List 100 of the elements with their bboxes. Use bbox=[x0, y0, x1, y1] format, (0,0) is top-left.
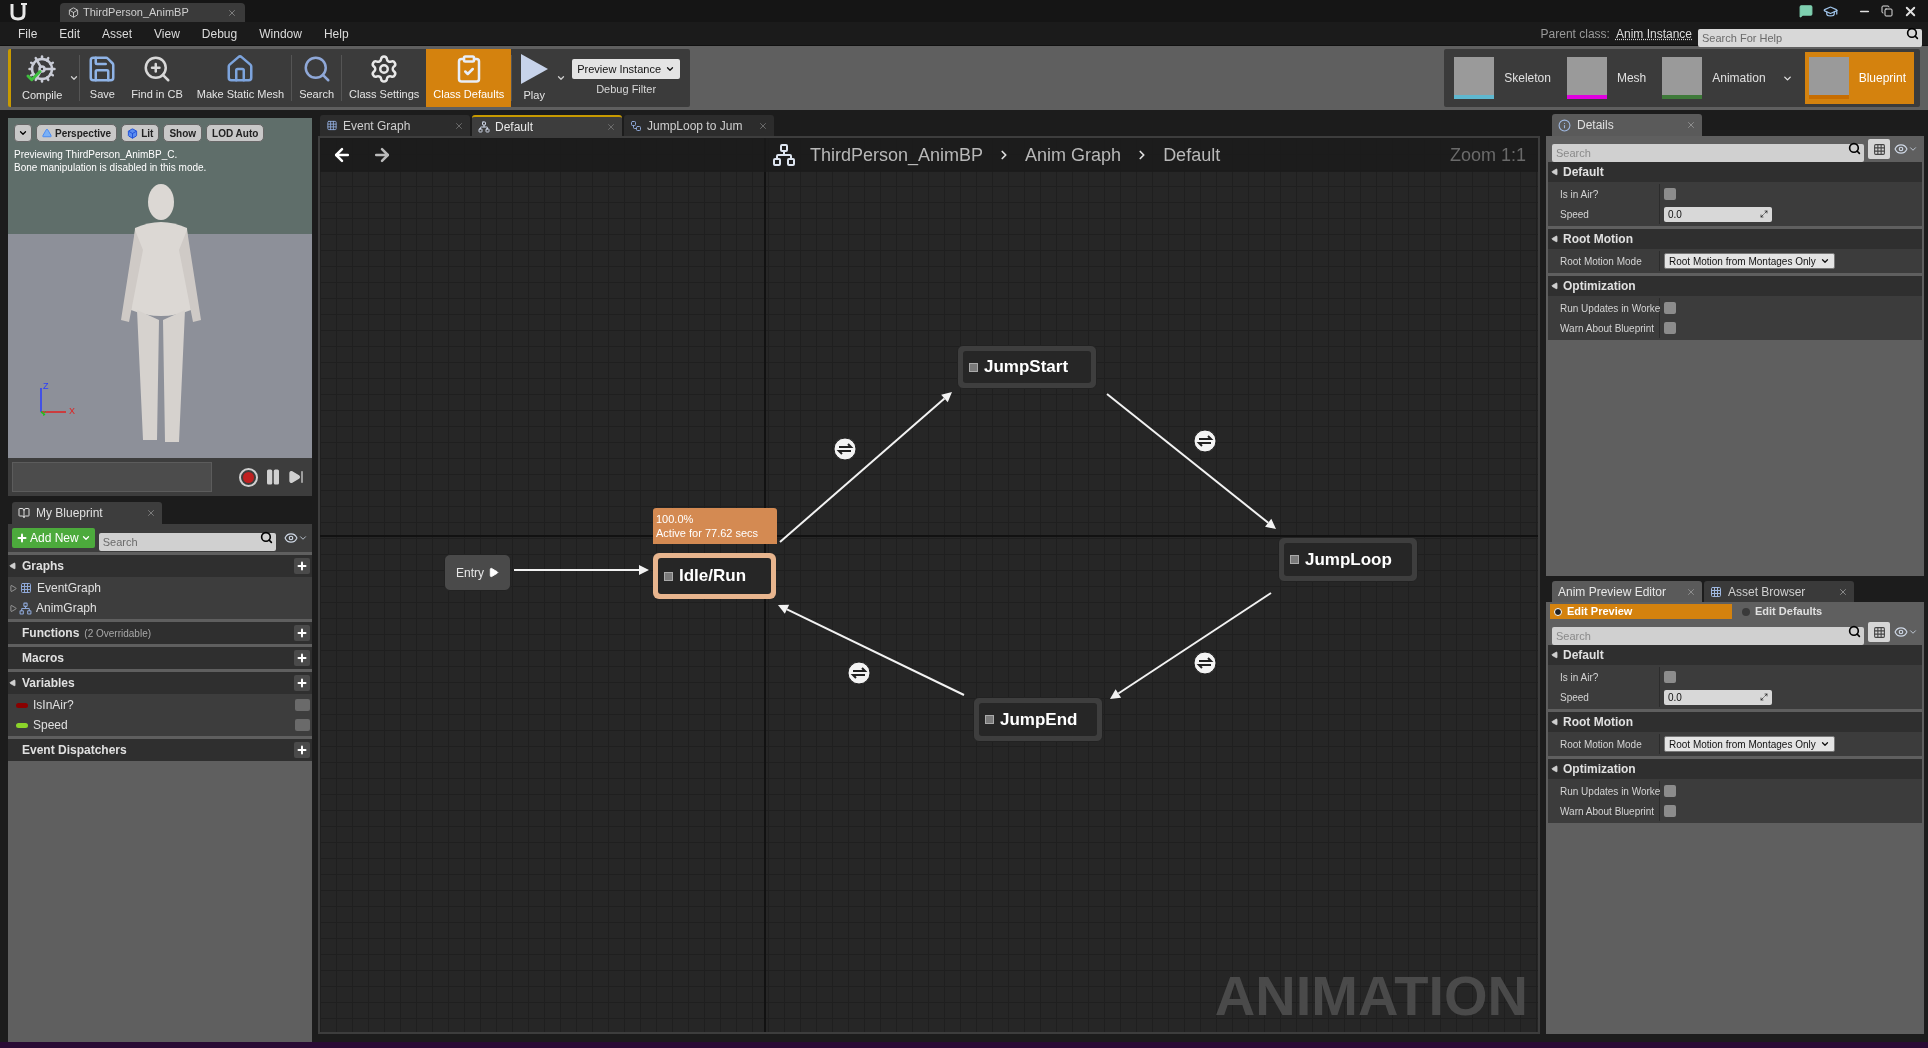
caret-icon[interactable] bbox=[69, 73, 80, 83]
section-header[interactable]: Default bbox=[1548, 162, 1922, 182]
section-header[interactable]: Graphs bbox=[8, 555, 312, 577]
visibility-toggle-icon[interactable] bbox=[295, 719, 310, 731]
menu-item[interactable]: Help bbox=[323, 24, 349, 43]
menu-item[interactable]: View bbox=[154, 24, 180, 43]
transition-icon[interactable] bbox=[1193, 651, 1217, 675]
breadcrumb-item[interactable]: ThirdPerson_AnimBP bbox=[810, 141, 984, 169]
transition-arrow[interactable] bbox=[779, 392, 952, 543]
state-node[interactable]: JumpEnd bbox=[973, 697, 1103, 742]
toolbar-button[interactable]: Class Settings bbox=[342, 49, 427, 107]
graph-tab[interactable]: Event Graph bbox=[320, 115, 470, 136]
mode-button[interactable]: Mesh bbox=[1562, 52, 1655, 104]
state-node[interactable]: Idle/Run bbox=[653, 553, 776, 599]
checkbox[interactable] bbox=[1664, 188, 1676, 200]
section-header[interactable]: Event Dispatchers bbox=[8, 739, 312, 761]
panel-tab[interactable]: Anim Preview Editor bbox=[1552, 581, 1702, 602]
section-header[interactable]: Root Motion bbox=[1548, 712, 1922, 732]
panel-tab[interactable]: Asset Browser bbox=[1704, 581, 1854, 602]
toolbar-button[interactable]: Make Static Mesh bbox=[189, 49, 292, 107]
menu-item[interactable]: Edit bbox=[59, 24, 81, 43]
pause-icon[interactable] bbox=[264, 468, 282, 486]
document-tab[interactable]: ThirdPerson_AnimBP bbox=[60, 3, 245, 22]
checkbox[interactable] bbox=[1664, 805, 1676, 817]
view-options-button[interactable] bbox=[1868, 139, 1890, 159]
debug-filter-dropdown[interactable]: Preview Instance bbox=[572, 58, 680, 79]
search-field[interactable]: Search bbox=[1552, 627, 1864, 645]
add-button[interactable] bbox=[294, 742, 310, 758]
search-field[interactable]: Search bbox=[98, 533, 276, 551]
caret-icon[interactable] bbox=[556, 73, 567, 83]
viewport-menu-button[interactable] bbox=[14, 124, 32, 142]
eye-icon[interactable] bbox=[1894, 142, 1918, 156]
breadcrumb-item[interactable]: Anim Graph bbox=[1025, 141, 1122, 169]
transition-arrow[interactable] bbox=[1110, 592, 1272, 699]
add-button[interactable] bbox=[294, 650, 310, 666]
tree-item[interactable]: EventGraph bbox=[8, 578, 312, 598]
checkbox[interactable] bbox=[1664, 302, 1676, 314]
section-header[interactable]: Root Motion bbox=[1548, 229, 1922, 249]
mode-button[interactable]: Skeleton bbox=[1450, 52, 1559, 104]
section-header[interactable]: Macros bbox=[8, 647, 312, 669]
menu-item[interactable]: Debug bbox=[201, 24, 238, 43]
chat-bubble-icon[interactable] bbox=[1799, 4, 1813, 18]
transition-icon[interactable] bbox=[833, 437, 857, 461]
view-options-button[interactable] bbox=[1868, 622, 1890, 642]
parent-class-link[interactable]: Anim Instance bbox=[1615, 24, 1692, 43]
graph-tab[interactable]: Default bbox=[472, 115, 622, 136]
section-header[interactable]: Optimization bbox=[1548, 276, 1922, 296]
help-search-field[interactable]: Search For Help bbox=[1698, 28, 1922, 47]
toolbar-button[interactable]: Search bbox=[292, 49, 341, 107]
panel-tab[interactable]: My Blueprint bbox=[12, 502, 162, 524]
eye-icon[interactable] bbox=[1894, 625, 1918, 639]
visibility-toggle-icon[interactable] bbox=[295, 699, 310, 711]
restore-icon[interactable] bbox=[1881, 5, 1893, 17]
transition-arrow[interactable] bbox=[1106, 393, 1276, 529]
viewport-button[interactable]: LOD Auto bbox=[206, 124, 265, 142]
dropdown[interactable]: Root Motion from Montages Only bbox=[1664, 253, 1835, 269]
number-field[interactable]: 0.0 bbox=[1664, 689, 1772, 705]
section-header[interactable]: Variables bbox=[8, 672, 312, 694]
section-header[interactable]: Optimization bbox=[1548, 759, 1922, 779]
state-node[interactable]: JumpStart bbox=[957, 345, 1097, 389]
toolbar-button[interactable]: Play bbox=[512, 49, 557, 107]
tree-item[interactable]: AnimGraph bbox=[8, 598, 312, 618]
viewport-button[interactable]: Show bbox=[163, 124, 203, 142]
number-field[interactable]: 0.0 bbox=[1664, 206, 1772, 222]
search-field[interactable]: Search bbox=[1552, 144, 1864, 162]
entry-node[interactable]: Entry bbox=[444, 554, 511, 591]
graph-tab[interactable]: JumpLoop to Jum bbox=[624, 115, 774, 136]
viewport-button[interactable]: Lit bbox=[121, 124, 160, 142]
menu-item[interactable]: File bbox=[18, 24, 38, 43]
tree-item[interactable]: IsInAir? bbox=[8, 695, 312, 715]
dropdown[interactable]: Root Motion from Montages Only bbox=[1664, 736, 1835, 752]
checkbox[interactable] bbox=[1664, 671, 1676, 683]
transition-icon[interactable] bbox=[847, 661, 871, 685]
mortarboard-icon[interactable] bbox=[1823, 3, 1838, 19]
panel-tab[interactable]: Details bbox=[1552, 114, 1702, 136]
state-node[interactable]: JumpLoop bbox=[1278, 537, 1418, 582]
transition-arrow[interactable] bbox=[513, 565, 649, 575]
mode-toggle[interactable]: Edit Defaults bbox=[1738, 604, 1920, 619]
checkbox[interactable] bbox=[1664, 322, 1676, 334]
toolbar-button[interactable]: Compile bbox=[15, 49, 70, 107]
transition-arrow[interactable] bbox=[778, 604, 965, 696]
step-forward-icon[interactable] bbox=[288, 469, 304, 485]
add-button[interactable] bbox=[294, 558, 310, 574]
mode-button[interactable]: Animation bbox=[1658, 52, 1801, 104]
eye-icon[interactable] bbox=[284, 531, 308, 545]
viewport-button[interactable]: Perspective bbox=[36, 124, 118, 142]
toolbar-button[interactable]: Find in CB bbox=[124, 49, 190, 107]
menu-item[interactable]: Window bbox=[259, 24, 302, 43]
add-button[interactable] bbox=[294, 625, 310, 641]
breadcrumb-item[interactable]: Default bbox=[1163, 141, 1221, 169]
tree-item[interactable]: Speed bbox=[8, 715, 312, 735]
menu-item[interactable]: Asset bbox=[102, 24, 133, 43]
transition-icon[interactable] bbox=[1193, 429, 1217, 453]
toolbar-button[interactable]: Save bbox=[80, 49, 125, 107]
section-header[interactable]: Functions (2 Overridable) bbox=[8, 622, 312, 644]
add-button[interactable] bbox=[294, 675, 310, 691]
timeline-field[interactable] bbox=[12, 462, 212, 492]
checkbox[interactable] bbox=[1664, 785, 1676, 797]
section-header[interactable]: Default bbox=[1548, 645, 1922, 665]
record-icon[interactable] bbox=[239, 467, 258, 487]
